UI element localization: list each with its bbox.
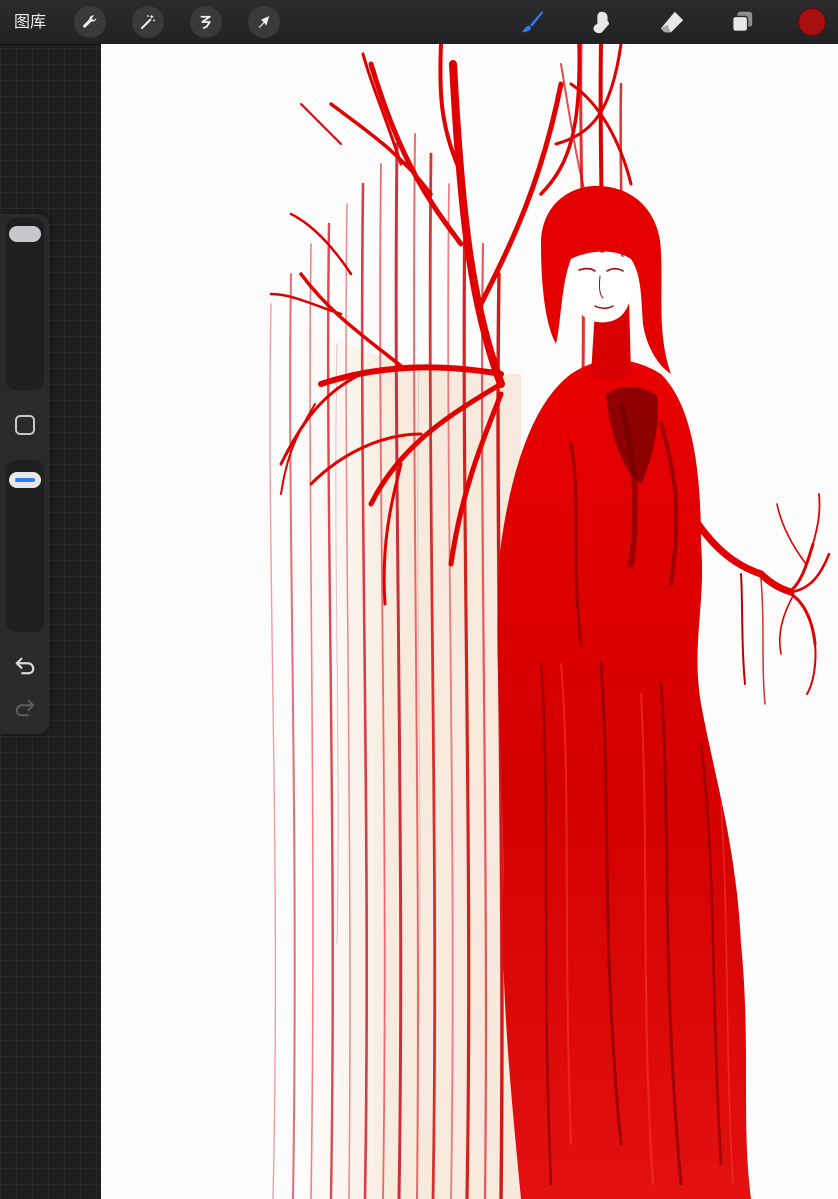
undo-icon: [15, 657, 35, 675]
opacity-slider[interactable]: [6, 460, 44, 632]
redo-button[interactable]: [12, 697, 38, 719]
smudge-tool-button[interactable]: [584, 4, 620, 40]
brush-size-slider[interactable]: [6, 218, 44, 390]
top-toolbar: 图库: [0, 0, 838, 45]
modify-button[interactable]: [15, 415, 35, 435]
adjustments-button[interactable]: [132, 6, 164, 38]
brush-tool-button[interactable]: [514, 4, 550, 40]
eraser-icon: [660, 11, 684, 33]
transform-button[interactable]: [248, 6, 280, 38]
brush-size-thumb[interactable]: [9, 226, 41, 242]
selection-icon: [200, 15, 211, 29]
magic-wand-icon: [141, 14, 155, 29]
procreate-app: 图库: [0, 0, 838, 1199]
figure-gown: [497, 359, 751, 1199]
figure-face: [569, 252, 633, 323]
selection-button[interactable]: [190, 6, 222, 38]
color-picker-swatch[interactable]: [798, 8, 826, 36]
opacity-thumb[interactable]: [9, 472, 41, 488]
layers-button[interactable]: [724, 4, 760, 40]
figure-arm: [687, 493, 831, 695]
smudge-icon: [593, 11, 609, 34]
arm-drips: [740, 573, 766, 705]
wrench-icon: [83, 15, 97, 28]
drawing-canvas[interactable]: [101, 44, 838, 1199]
eraser-tool-button[interactable]: [654, 4, 690, 40]
layers-icon: [732, 11, 753, 32]
artwork: [261, 44, 831, 1199]
brush-icon: [521, 10, 544, 33]
undo-button[interactable]: [12, 655, 38, 677]
gallery-button[interactable]: 图库: [14, 0, 46, 44]
redo-icon: [15, 699, 35, 717]
arrow-cursor-icon: [258, 16, 270, 28]
actions-button[interactable]: [74, 6, 106, 38]
left-sidebar: [0, 214, 50, 734]
